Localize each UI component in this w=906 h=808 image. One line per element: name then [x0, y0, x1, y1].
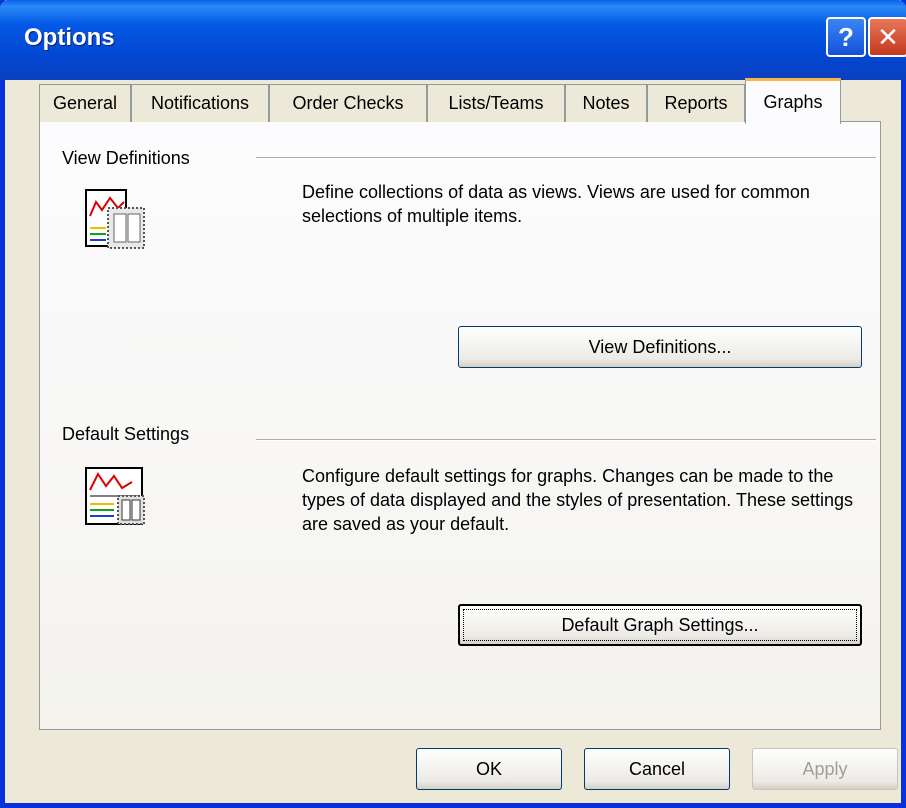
view-definitions-description: Define collections of data as views. Vie…	[302, 182, 810, 226]
graph-view-icon	[85, 189, 145, 249]
graph-settings-icon	[85, 467, 145, 525]
help-icon: ?	[838, 21, 854, 52]
tab-notifications[interactable]: Notifications	[131, 84, 269, 122]
tab-graphs[interactable]: Graphs	[745, 78, 841, 124]
tab-notes[interactable]: Notes	[565, 84, 647, 122]
tab-lists-teams[interactable]: Lists/Teams	[427, 84, 565, 122]
window-title: Options	[24, 24, 115, 51]
tab-label: Order Checks	[292, 93, 404, 113]
view-definitions-button[interactable]: View Definitions...	[458, 326, 862, 368]
tab-general[interactable]: General	[39, 84, 131, 122]
tab-label: Graphs	[763, 92, 823, 112]
graphs-tab-panel: View Definitions Define collections of d…	[39, 121, 881, 730]
tab-order-checks[interactable]: Order Checks	[269, 84, 427, 122]
options-dialog: Options ? ✕ View Definitions Define coll…	[0, 0, 906, 808]
help-button[interactable]: ?	[826, 17, 866, 57]
tab-label: Notifications	[150, 93, 250, 113]
ok-button-label: OK	[475, 758, 502, 779]
section-label-view-definitions: View Definitions	[62, 148, 190, 168]
apply-button-label: Apply	[802, 758, 848, 779]
tab-reports[interactable]: Reports	[647, 84, 745, 122]
ok-button[interactable]: OK	[416, 748, 562, 790]
close-icon: ✕	[877, 21, 899, 52]
section-label-default-settings: Default Settings	[62, 424, 190, 444]
cancel-button-label: Cancel	[628, 758, 686, 779]
title-bar[interactable]: Options ? ✕	[0, 0, 906, 80]
cancel-button[interactable]: Cancel	[584, 748, 730, 790]
default-settings-description: Configure default settings for graphs. C…	[302, 466, 854, 534]
separator	[256, 157, 876, 159]
tab-label: Reports	[664, 93, 728, 113]
tab-label: General	[52, 93, 118, 113]
tab-label: Notes	[582, 93, 630, 113]
default-graph-settings-button[interactable]: Default Graph Settings...	[458, 604, 862, 646]
default-graph-settings-button-label: Default Graph Settings...	[561, 614, 759, 635]
close-button[interactable]: ✕	[868, 17, 906, 57]
view-definitions-button-label: View Definitions...	[588, 336, 732, 357]
separator	[256, 439, 876, 441]
apply-button[interactable]: Apply	[752, 748, 898, 790]
tab-label: Lists/Teams	[448, 93, 544, 113]
